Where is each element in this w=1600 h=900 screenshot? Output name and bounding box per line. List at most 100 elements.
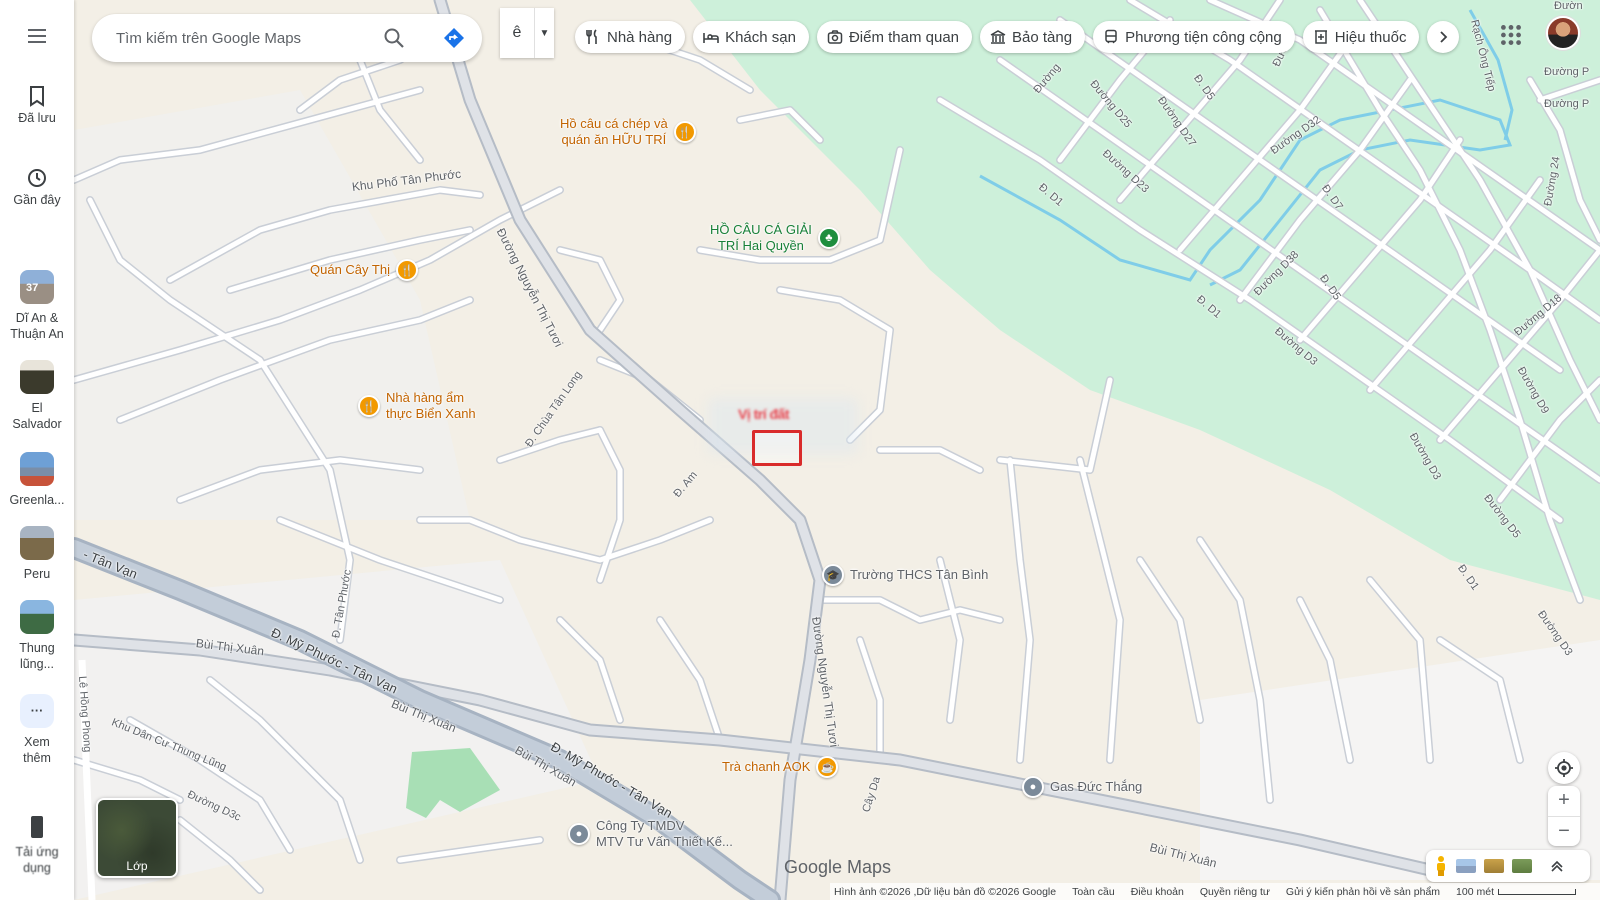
- chip-pharmacy[interactable]: Hiệu thuốc: [1302, 21, 1420, 53]
- feedback-link[interactable]: Gửi ý kiến phản hồi về sản phẩm: [1286, 886, 1440, 898]
- get-app-button[interactable]: Tải ứng dụng: [0, 814, 74, 876]
- imagery-thumb-icon[interactable]: [1512, 859, 1532, 873]
- zoom-in-button[interactable]: +: [1548, 786, 1580, 816]
- poi-label: Trường THCS Tân Bình: [850, 567, 989, 582]
- restaurant-icon: 🍴: [673, 121, 696, 143]
- left-rail: Đã lưu Gần đây 37 Dĩ An & Thuận An El Sa…: [0, 0, 74, 900]
- chip-restaurants[interactable]: Nhà hàng: [575, 21, 686, 53]
- street-view-panel: [1426, 850, 1590, 882]
- chip-attractions[interactable]: Điểm tham quan: [816, 21, 973, 53]
- poi-hai-quyen[interactable]: HỒ CÂU CÁ GIẢI TRÍ Hai Quyền ♣: [710, 222, 840, 254]
- marker-label: Vị trí đất: [738, 406, 790, 422]
- chip-hotels[interactable]: Khách sạn: [693, 21, 809, 53]
- poi-label: Gas Đức Thắng: [1050, 779, 1143, 794]
- camera-icon: [827, 30, 843, 44]
- poi-cong-ty-tmdv[interactable]: ● Công Ty TMDV MTV Tư Vấn Thiết Kế...: [568, 818, 733, 850]
- attribution-text: Hình ảnh ©2026 ,Dữ liệu bản đồ ©2026 Goo…: [833, 885, 1057, 898]
- recent-place-greenland[interactable]: Greenla...: [0, 452, 74, 508]
- more-icon: ···: [20, 694, 54, 728]
- marker-box: [752, 430, 802, 466]
- poi-bien-xanh[interactable]: 🍴 Nhà hàng ẩm thực Biển Xanh: [358, 390, 476, 422]
- history-icon: [28, 169, 46, 187]
- chevron-down-icon[interactable]: ▼: [534, 8, 554, 58]
- crosshair-icon: [1555, 759, 1573, 777]
- recent-place-di-an[interactable]: 37 Dĩ An & Thuận An: [0, 270, 74, 342]
- poi-gas-duc-thang[interactable]: ● Gas Đức Thắng: [1022, 776, 1142, 798]
- chip-label: Phương tiện công cộng: [1125, 28, 1282, 46]
- place-label: El Salvador: [12, 401, 62, 431]
- my-location-button[interactable]: [1548, 752, 1580, 784]
- scale-indicator[interactable]: 100 mét: [1456, 886, 1576, 898]
- place-thumbnail: [20, 360, 54, 394]
- recent-place-thung-lung[interactable]: Thung lũng...: [0, 600, 74, 672]
- saved-button[interactable]: Đã lưu: [0, 82, 74, 126]
- zoom-out-button[interactable]: −: [1548, 817, 1580, 847]
- school-icon: 🎓: [822, 564, 844, 586]
- see-more-button[interactable]: ··· Xem thêm: [0, 694, 74, 766]
- poi-thcs-tan-binh[interactable]: 🎓 Trường THCS Tân Bình: [822, 564, 988, 586]
- place-label: Peru: [23, 567, 51, 581]
- account-avatar[interactable]: [1546, 16, 1580, 50]
- saved-label: Đã lưu: [18, 111, 56, 125]
- scale-bar: [1498, 888, 1576, 895]
- imagery-thumb-icon[interactable]: [1456, 859, 1476, 873]
- chip-label: Khách sạn: [725, 28, 796, 46]
- poi-label: Nhà hàng ẩm thực Biển Xanh: [386, 390, 476, 421]
- poi-label: Quán Cây Thị: [310, 262, 390, 277]
- poi-huu-tri[interactable]: Hồ câu cá chép và quán ăn HỮU TRÍ 🍴: [560, 116, 696, 148]
- zoom-control: + −: [1548, 786, 1580, 846]
- chip-label: Điểm tham quan: [848, 28, 960, 46]
- directions-icon[interactable]: [442, 26, 466, 50]
- recent-place-el-salvador[interactable]: El Salvador: [0, 360, 74, 432]
- input-method-button[interactable]: ê ▼: [500, 8, 554, 58]
- recent-place-peru[interactable]: Peru: [0, 526, 74, 582]
- chip-museums[interactable]: Bảo tàng: [980, 21, 1086, 53]
- privacy-link[interactable]: Quyền riêng tư: [1200, 886, 1270, 898]
- road-label: Đường P: [1544, 66, 1590, 78]
- transit-icon: [1105, 29, 1117, 44]
- map-canvas[interactable]: Khu Phố Tân Phước Đường Nguyễn Thị Tươi …: [0, 0, 1600, 900]
- chevron-right-icon: [1440, 31, 1448, 43]
- place-label: Greenla...: [9, 493, 65, 507]
- google-maps-logo: Google Maps: [784, 857, 892, 877]
- road-label: Đường P: [1544, 98, 1590, 110]
- poi-label: Hồ câu cá chép và quán ăn HỮU TRÍ: [560, 116, 668, 147]
- search-icon[interactable]: [382, 26, 406, 50]
- search-input[interactable]: [116, 29, 376, 47]
- chip-label: Nhà hàng: [607, 28, 673, 46]
- imagery-thumb-icon[interactable]: [1484, 859, 1504, 873]
- global-link[interactable]: Toàn cầu: [1072, 886, 1115, 898]
- place-thumbnail: [20, 600, 54, 634]
- chip-transit[interactable]: Phương tiện công cộng: [1093, 21, 1295, 53]
- poi-label: Công Ty TMDV MTV Tư Vấn Thiết Kế...: [596, 818, 733, 849]
- business-icon: ●: [568, 823, 590, 845]
- place-badge: 37: [26, 282, 39, 294]
- chip-label: Hiệu thuốc: [1334, 28, 1407, 46]
- cafe-icon: ☕: [816, 756, 839, 778]
- poi-quan-cay-thi[interactable]: Quán Cây Thị 🍴: [310, 259, 418, 281]
- road-label: Đườn: [1554, 0, 1583, 12]
- place-label: Thung lũng...: [19, 641, 55, 671]
- see-more-label: Xem thêm: [23, 735, 51, 765]
- layers-label: Lớp: [126, 859, 148, 873]
- apps-grid-icon[interactable]: [1498, 22, 1524, 48]
- poi-label: HỒ CÂU CÁ GIẢI TRÍ Hai Quyền: [710, 222, 812, 253]
- search-box: [92, 14, 482, 62]
- place-thumbnail: [20, 526, 54, 560]
- restaurant-icon: 🍴: [358, 395, 380, 417]
- layers-button[interactable]: Lớp: [96, 798, 178, 878]
- annotated-location-marker: Vị trí đất: [708, 398, 858, 472]
- terms-link[interactable]: Điều khoản: [1131, 886, 1184, 898]
- menu-button[interactable]: [0, 24, 74, 48]
- recent-button[interactable]: Gần đây: [0, 164, 74, 208]
- chevron-up-icon[interactable]: [1550, 859, 1564, 873]
- category-chips: Nhà hàng Khách sạn Điểm tham quan Bảo tà…: [575, 21, 1460, 53]
- recent-label: Gần đây: [13, 193, 61, 207]
- restaurant-icon: [586, 29, 597, 44]
- poi-tra-chanh-aok[interactable]: Trà chanh AOK ☕: [722, 756, 839, 778]
- get-app-label: Tải ứng dụng: [15, 845, 59, 875]
- pegman-icon[interactable]: [1434, 855, 1448, 877]
- chips-next-button[interactable]: [1427, 21, 1460, 53]
- scale-label: 100 mét: [1456, 885, 1494, 898]
- hotel-icon: [703, 33, 719, 43]
